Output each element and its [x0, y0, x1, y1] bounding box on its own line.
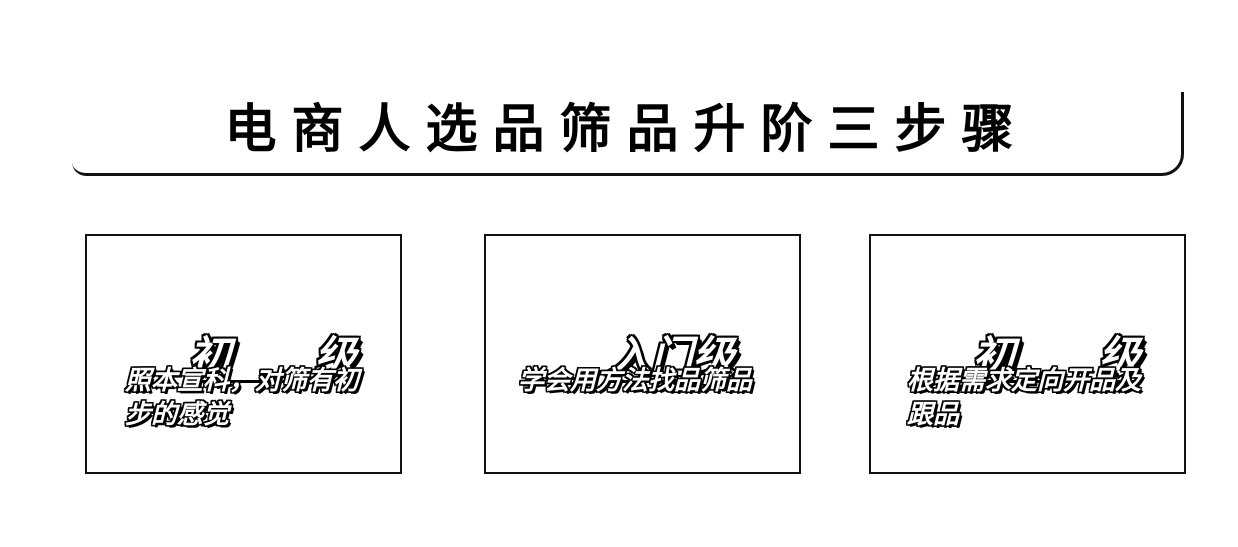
- step-card-description: 根据需求定向开品及跟品: [907, 366, 1142, 430]
- step-card-heading: 入门级: [486, 294, 799, 425]
- step-card-1: 初 级 照本宣科，对筛有初步的感觉: [85, 234, 402, 474]
- page-title: 电商人选品筛品升阶三步骤: [224, 100, 1029, 160]
- step-card-2: 入门级 学会用方法找品筛品: [484, 234, 801, 474]
- step-card-description: 学会用方法找品筛品: [518, 366, 753, 396]
- step-card-description: 照本宣科，对筛有初步的感觉: [125, 366, 360, 430]
- step-card-3: 初 级 根据需求定向开品及跟品: [869, 234, 1186, 474]
- title-banner: 电商人选品筛品升阶三步骤: [72, 72, 1184, 176]
